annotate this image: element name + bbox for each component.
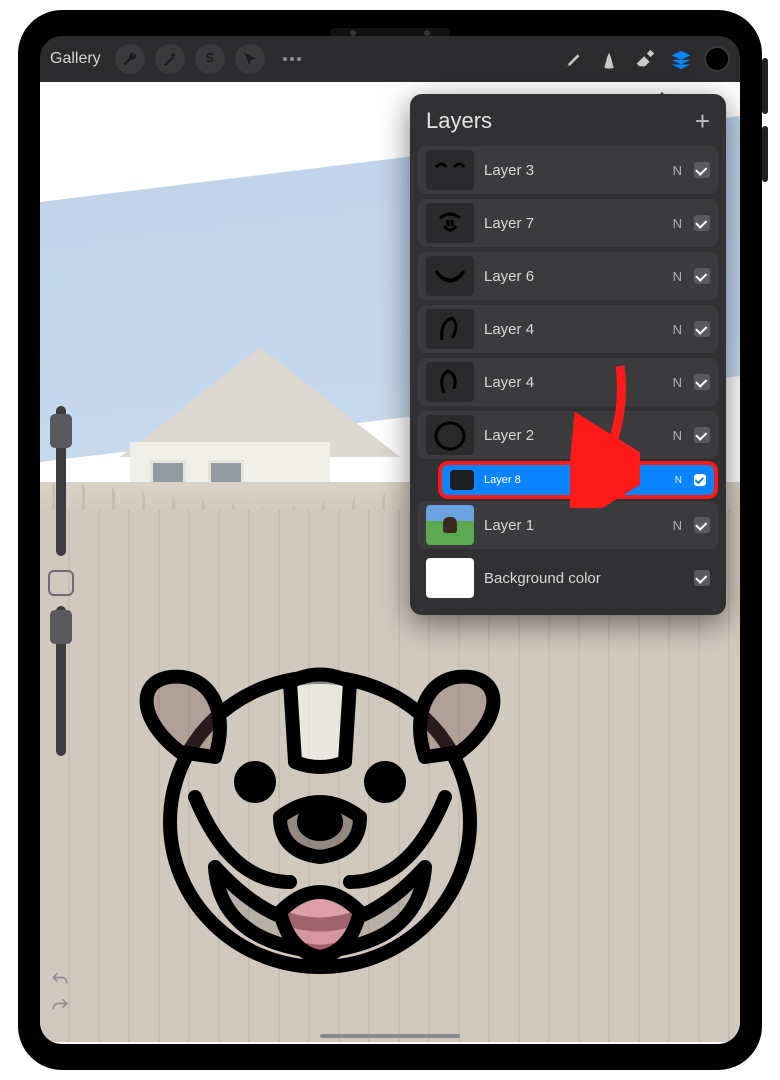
layers-title: Layers: [426, 108, 492, 134]
undo-icon: [50, 970, 70, 990]
redo-icon: [50, 996, 70, 1016]
layer-name-label: Layer 3: [484, 162, 663, 179]
visibility-checkbox[interactable]: [694, 570, 710, 586]
wand-icon: [162, 51, 178, 67]
layer-name-label: Layer 7: [484, 215, 663, 232]
layers-list: Layer 3 N Layer 7 N Layer 6 N Layer 4 N Layer 4 N…: [410, 146, 726, 602]
slider-thumb[interactable]: [50, 610, 72, 644]
layer-thumbnail: [426, 505, 474, 545]
layer-name-label: Background color: [484, 570, 684, 587]
eraser-tool[interactable]: [632, 46, 658, 72]
undo-redo-group: [46, 964, 74, 1022]
layer-row[interactable]: Layer 7 N: [418, 199, 718, 247]
brush-size-slider[interactable]: [56, 406, 66, 556]
layer-thumbnail: [426, 309, 474, 349]
blend-mode-label[interactable]: N: [673, 375, 682, 390]
layer-thumbnail: [450, 470, 474, 490]
visibility-checkbox[interactable]: [694, 268, 710, 284]
layer-name-label: Layer 2: [484, 427, 663, 444]
visibility-checkbox[interactable]: [694, 321, 710, 337]
layer-thumbnail: [426, 150, 474, 190]
layer-name-label: Layer 4: [484, 374, 663, 391]
layer-thumbnail: [426, 415, 474, 455]
blend-mode-label[interactable]: N: [675, 475, 682, 486]
layer-name-label: Layer 6: [484, 268, 663, 285]
selection-s-icon: [202, 51, 218, 67]
color-picker[interactable]: [704, 46, 730, 72]
undo-button[interactable]: [46, 970, 74, 990]
layer-row[interactable]: Layer 8 N: [442, 465, 714, 495]
layer-name-label: Layer 4: [484, 321, 663, 338]
smudge-tool[interactable]: [596, 46, 622, 72]
visibility-checkbox[interactable]: [694, 517, 710, 533]
slider-thumb[interactable]: [50, 414, 72, 448]
wrench-icon: [122, 51, 138, 67]
visibility-checkbox[interactable]: [694, 374, 710, 390]
blend-mode-label[interactable]: N: [673, 428, 682, 443]
blend-mode-label[interactable]: N: [673, 163, 682, 178]
layer-thumbnail: [426, 558, 474, 598]
visibility-checkbox[interactable]: [694, 162, 710, 178]
visibility-checkbox[interactable]: [694, 427, 710, 443]
layers-icon: [670, 48, 692, 70]
smudge-icon: [598, 48, 620, 70]
cursor-icon: [242, 51, 258, 67]
ipad-side-buttons: [762, 58, 768, 194]
layer-thumbnail: [426, 256, 474, 296]
top-toolbar: Gallery: [40, 36, 740, 82]
layer-row[interactable]: Layer 3 N: [418, 146, 718, 194]
dog-drawing: [120, 622, 520, 1022]
blend-mode-label[interactable]: N: [673, 322, 682, 337]
add-layer-button[interactable]: +: [695, 111, 710, 131]
modify-dots[interactable]: [283, 57, 301, 61]
visibility-checkbox[interactable]: [694, 215, 710, 231]
ipad-frame: Gallery: [18, 10, 762, 1070]
blend-mode-label[interactable]: N: [673, 216, 682, 231]
selection-button[interactable]: [195, 44, 225, 74]
layers-popover: Layers + Layer 3NLayer 7NLayer 6NLayer 4…: [410, 94, 726, 615]
layer-row[interactable]: Layer 4 N: [418, 305, 718, 353]
layer-row[interactable]: Background color: [418, 554, 718, 602]
visibility-checkbox[interactable]: [694, 474, 706, 486]
modify-button[interactable]: [48, 570, 74, 596]
layer-row[interactable]: Layer 1 N: [418, 501, 718, 549]
home-indicator: [320, 1034, 460, 1038]
layer-thumbnail: [426, 203, 474, 243]
brush-icon: [562, 48, 584, 70]
app-screen: Gallery: [40, 36, 740, 1044]
layer-name-label: Layer 1: [484, 517, 663, 534]
layer-name-label: Layer 8: [484, 474, 665, 486]
transform-button[interactable]: [235, 44, 265, 74]
eraser-icon: [634, 48, 656, 70]
redo-button[interactable]: [46, 996, 74, 1016]
blend-mode-label[interactable]: N: [673, 518, 682, 533]
gallery-button[interactable]: Gallery: [50, 50, 101, 68]
layers-button[interactable]: [668, 46, 694, 72]
layer-row[interactable]: Layer 4 N: [418, 358, 718, 406]
side-panel: [46, 406, 76, 806]
brush-tool[interactable]: [560, 46, 586, 72]
brush-opacity-slider[interactable]: [56, 606, 66, 756]
layer-row[interactable]: Layer 6 N: [418, 252, 718, 300]
layer-thumbnail: [426, 362, 474, 402]
adjustments-button[interactable]: [155, 44, 185, 74]
blend-mode-label[interactable]: N: [673, 269, 682, 284]
layer-row[interactable]: Layer 2 N: [418, 411, 718, 459]
actions-button[interactable]: [115, 44, 145, 74]
